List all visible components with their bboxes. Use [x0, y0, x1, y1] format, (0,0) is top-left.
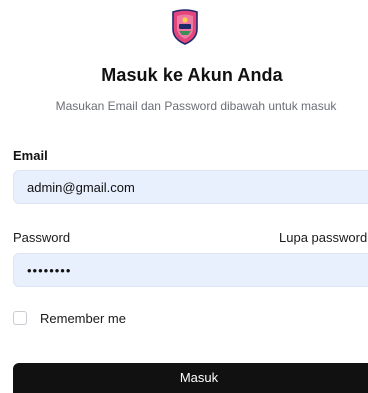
remember-me-label[interactable]: Remember me	[40, 311, 126, 326]
email-label: Email	[13, 148, 48, 163]
email-field[interactable]	[13, 170, 368, 204]
forgot-password-link[interactable]: Lupa password	[279, 230, 367, 245]
password-label: Password	[13, 230, 71, 245]
password-field[interactable]	[13, 253, 368, 287]
page-subtitle: Masukan Email dan Password dibawah untuk…	[55, 99, 337, 113]
crest-logo-icon	[171, 9, 199, 45]
remember-me-checkbox[interactable]	[13, 311, 27, 325]
page-title: Masuk ke Akun Anda	[101, 65, 283, 85]
login-button[interactable]: Masuk	[13, 363, 368, 393]
